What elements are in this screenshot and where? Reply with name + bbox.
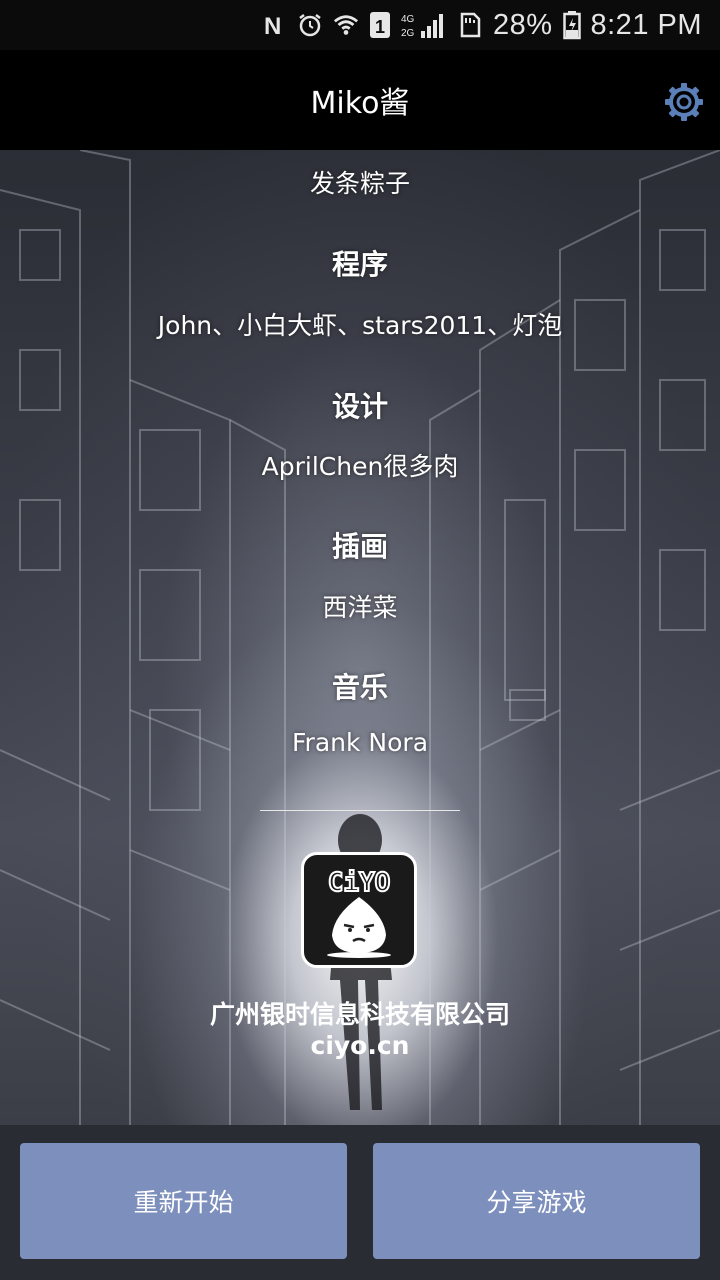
company-logo: CiYO xyxy=(301,852,417,968)
share-button[interactable]: 分享游戏 xyxy=(373,1143,700,1259)
credit-heading-programming: 程序 xyxy=(331,248,388,281)
credit-heading-music: 音乐 xyxy=(331,671,388,704)
svg-text:1: 1 xyxy=(375,17,385,37)
svg-text:N: N xyxy=(264,13,281,38)
settings-button[interactable] xyxy=(664,82,704,122)
nfc-icon: N xyxy=(261,12,287,38)
restart-button[interactable]: 重新开始 xyxy=(20,1143,347,1259)
credit-heading-illustration: 插画 xyxy=(331,530,388,563)
svg-text:4G: 4G xyxy=(401,14,415,25)
battery-icon xyxy=(562,11,581,40)
status-bar: N 1 4G 2G 28% 8:21 PM xyxy=(0,0,720,50)
city-street-illustration xyxy=(0,150,720,1125)
divider xyxy=(260,810,460,811)
signal-icon: 4G 2G xyxy=(401,12,447,39)
credit-intro: 发条粽子 xyxy=(309,169,410,198)
clock: 8:21 PM xyxy=(590,8,702,41)
company-website[interactable]: ciyo.cn xyxy=(0,1031,720,1060)
battery-percent: 28% xyxy=(492,8,553,41)
app-bar: Miko酱 xyxy=(0,50,720,150)
alarm-icon xyxy=(297,12,323,38)
svg-text:CiYO: CiYO xyxy=(328,868,391,898)
credit-names-design: AprilChen很多肉 xyxy=(261,452,459,481)
credit-names-illustration: 西洋菜 xyxy=(322,593,398,622)
company-name: 广州银时信息科技有限公司 xyxy=(209,1000,510,1029)
credit-names-programming: John、小白大虾、stars2011、灯泡 xyxy=(157,311,563,340)
sd-card-icon xyxy=(457,12,483,38)
svg-text:2G: 2G xyxy=(401,28,415,39)
page-title: Miko酱 xyxy=(310,86,410,121)
sim-icon: 1 xyxy=(369,12,391,38)
background-illustration xyxy=(0,150,720,1125)
gear-icon xyxy=(665,83,703,121)
wifi-icon xyxy=(333,12,359,38)
credit-heading-design: 设计 xyxy=(331,390,388,423)
credit-names-music: Frank Nora xyxy=(291,728,429,757)
